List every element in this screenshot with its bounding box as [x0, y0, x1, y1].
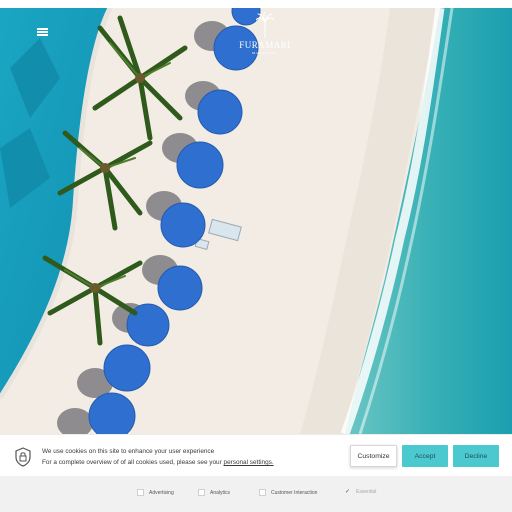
analytics-label: Analytics: [210, 489, 231, 496]
cookie-consent-banner: We use cookies on this site to enhance y…: [0, 434, 512, 477]
hamburger-line: [37, 28, 48, 30]
personal-settings-link[interactable]: personal settings.: [224, 459, 274, 466]
cookie-message-line2: For a complete overview of of all cookie…: [42, 457, 274, 468]
hamburger-menu-button[interactable]: [33, 24, 53, 38]
decline-button[interactable]: Decline: [453, 445, 499, 467]
site-logo[interactable]: FURAMARI MALDIVES: [236, 12, 294, 58]
cookie-shield-icon: [15, 447, 31, 467]
cookie-message: We use cookies on this site to enhance y…: [42, 446, 274, 468]
hamburger-line: [37, 34, 48, 36]
cookie-preferences: Advertising Analytics Customer Interacti…: [0, 476, 512, 512]
advertising-checkbox[interactable]: [137, 489, 144, 496]
checkmark-icon: ✓: [345, 489, 351, 495]
beach-illustration: [0, 8, 512, 434]
customer-interaction-label: Customer Interaction: [271, 489, 318, 496]
palm-tree-logo-icon: [256, 12, 274, 38]
pref-customer-interaction[interactable]: Customer Interaction: [259, 489, 317, 496]
pref-essential: ✓ Essential: [345, 489, 376, 495]
analytics-checkbox[interactable]: [198, 489, 205, 496]
customize-button[interactable]: Customize: [350, 445, 397, 467]
accept-button[interactable]: Accept: [402, 445, 448, 467]
advertising-label: Advertising: [149, 489, 174, 496]
cookie-message-line2-text: For a complete overview of of all cookie…: [42, 459, 224, 466]
customer-interaction-checkbox[interactable]: [259, 489, 266, 496]
hamburger-line: [37, 31, 48, 33]
pref-advertising[interactable]: Advertising: [137, 489, 174, 496]
hero-aerial-beach-image: FURAMARI MALDIVES: [0, 8, 512, 434]
pref-analytics[interactable]: Analytics: [198, 489, 230, 496]
cookie-message-line1: We use cookies on this site to enhance y…: [42, 448, 215, 455]
logo-subtitle: MALDIVES: [251, 51, 279, 55]
essential-label: Essential: [356, 489, 377, 495]
logo-wordmark: FURAMARI: [239, 40, 291, 50]
